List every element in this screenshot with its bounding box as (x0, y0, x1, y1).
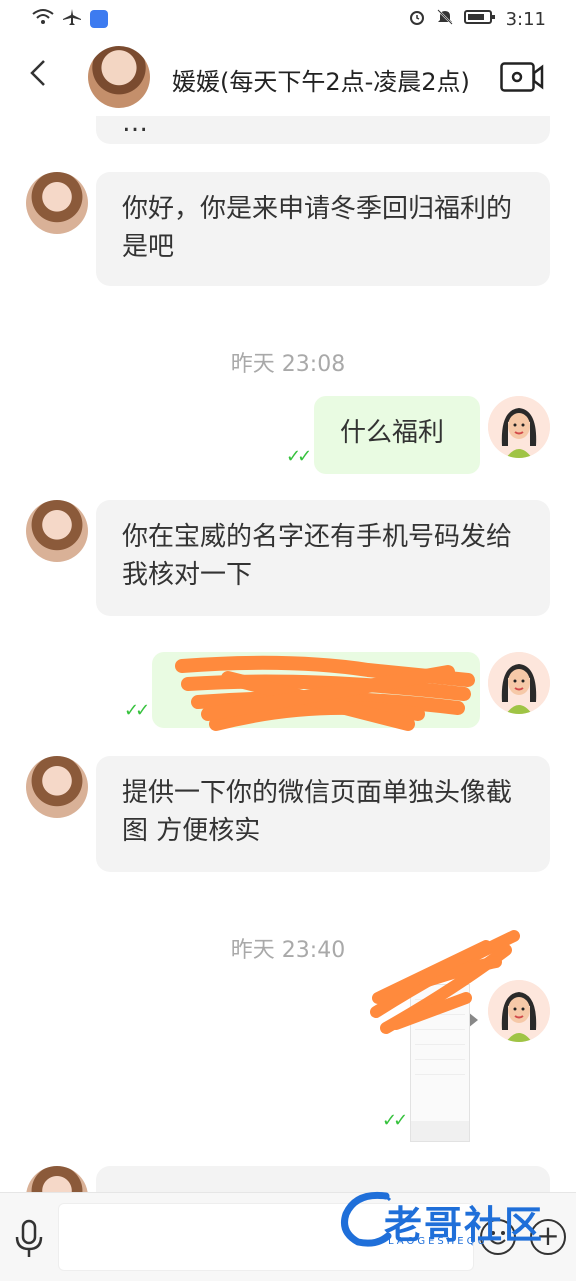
timestamp: 昨天 23:08 (230, 352, 346, 377)
screenshot-footer (411, 1121, 469, 1141)
cartoon-woman-avatar (488, 396, 550, 458)
message-bubble-incoming[interactable]: 你在宝威的名字还有手机号码发给我核对一下 (96, 500, 550, 616)
screenshot-row (415, 1064, 465, 1075)
contact-avatar-message[interactable] (26, 172, 88, 234)
message-bubble-incoming[interactable]: … (96, 116, 550, 144)
contact-avatar-message[interactable] (26, 500, 88, 562)
status-right: 3:11 (408, 8, 546, 31)
screenshot-row (415, 1049, 465, 1060)
status-left (32, 8, 108, 30)
battery-icon (463, 8, 496, 31)
contact-avatar-message[interactable] (26, 1166, 88, 1192)
message-text: 什么福利 (340, 418, 445, 448)
airplane-icon (62, 8, 82, 30)
message-bubble-incoming[interactable]: 你好，你是来申请冬季回归福利的是吧 (96, 172, 550, 286)
status-bar: 3:11 (0, 0, 576, 40)
read-receipt-icon: ✓✓ (286, 446, 312, 467)
read-receipt-icon: ✓✓ (124, 700, 150, 721)
user-avatar[interactable] (488, 652, 550, 714)
message-text: … (122, 116, 148, 138)
message-text: 你好，你是来申请冬季回归福利的是吧 (122, 194, 513, 262)
user-avatar[interactable] (488, 396, 550, 458)
message-bubble-incoming[interactable]: 提供一下你的微信页面单独头像截图 方便核实 (96, 756, 550, 872)
microphone-icon (15, 1219, 43, 1257)
redaction-scribble (370, 930, 520, 1034)
alarm-icon (408, 8, 426, 31)
message-text: 提供一下你的微信页面单独头像截图 方便核实 (122, 778, 513, 846)
back-button[interactable] (26, 58, 48, 94)
voice-button[interactable] (12, 1219, 46, 1259)
app-notification-icon (90, 10, 108, 28)
mute-icon (436, 8, 454, 31)
message-text: 你在宝威的名字还有手机号码发给我核对一下 (122, 522, 513, 590)
watermark-subtext: LAOGESHEQU (388, 1236, 488, 1247)
message-list[interactable]: … 你好，你是来申请冬季回归福利的是吧 昨天 23:08 ✓✓ 什么福利 你在宝… (0, 116, 576, 1192)
status-time: 3:11 (505, 9, 546, 30)
message-bubble-outgoing[interactable]: 什么福利 (314, 396, 480, 474)
redaction-scribble (175, 655, 475, 731)
watermark-logo: 老哥社区 LAOGESHEQU (336, 1186, 564, 1254)
video-camera-icon (500, 62, 544, 92)
cartoon-woman-avatar (488, 652, 550, 714)
contact-avatar[interactable] (88, 46, 150, 108)
chat-title[interactable]: 媛媛(每天下午2点-凌晨2点) (172, 62, 470, 97)
video-call-button[interactable] (500, 62, 544, 92)
wifi-icon (32, 8, 54, 30)
chevron-left-icon (30, 60, 45, 86)
contact-avatar-message[interactable] (26, 756, 88, 818)
read-receipt-icon: ✓✓ (382, 1110, 408, 1131)
chat-header: 媛媛(每天下午2点-凌晨2点) (0, 40, 576, 116)
